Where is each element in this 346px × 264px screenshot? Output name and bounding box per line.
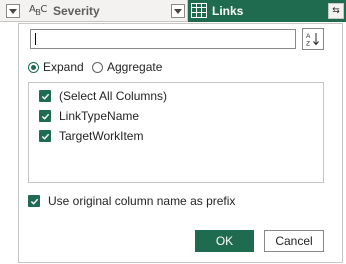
column-list[interactable]: (Select All Columns) LinkTypeName Target…	[28, 82, 324, 183]
list-item-linktypename[interactable]: LinkTypeName	[39, 109, 139, 123]
svg-text:A: A	[306, 33, 311, 40]
expand-arrows-icon: ⇆	[332, 6, 340, 16]
list-item-targetworkitem[interactable]: TargetWorkItem	[39, 129, 143, 143]
checkbox-checked-icon[interactable]	[28, 195, 40, 207]
severity-filter-dropdown[interactable]	[171, 4, 185, 18]
checkbox-checked-icon[interactable]	[39, 110, 51, 122]
column-header-severity[interactable]: ABC Severity	[0, 0, 188, 22]
links-column-name: Links	[212, 4, 244, 18]
checkbox-checked-icon[interactable]	[39, 130, 51, 142]
list-item-select-all[interactable]: (Select All Columns)	[39, 89, 167, 103]
column-header-links[interactable]: Links ⇆	[188, 0, 346, 22]
list-item-label: (Select All Columns)	[59, 89, 168, 103]
search-field[interactable]	[30, 29, 296, 49]
search-input[interactable]	[31, 30, 295, 48]
abc-text-type-icon[interactable]: ABC	[29, 4, 47, 17]
radio-expand[interactable]: Expand	[28, 59, 84, 75]
radio-aggregate-label: Aggregate	[107, 60, 163, 74]
sort-button[interactable]: A Z	[302, 28, 324, 50]
chevron-down-icon	[174, 8, 182, 14]
radio-selected-icon[interactable]	[28, 61, 39, 73]
svg-text:Z: Z	[306, 41, 310, 48]
checkbox-checked-icon[interactable]	[39, 90, 51, 102]
severity-column-name: Severity	[53, 4, 100, 18]
radio-aggregate[interactable]: Aggregate	[92, 59, 162, 75]
ok-button[interactable]: OK	[195, 230, 254, 252]
prefix-label: Use original column name as prefix	[48, 194, 236, 208]
list-item-label: TargetWorkItem	[59, 129, 144, 143]
radio-unselected-icon[interactable]	[92, 61, 103, 73]
cancel-button[interactable]: Cancel	[264, 230, 324, 252]
radio-expand-label: Expand	[43, 60, 84, 74]
severity-left-dropdown[interactable]	[6, 4, 20, 18]
prefix-option[interactable]: Use original column name as prefix	[28, 194, 235, 208]
column-header-row: ABC Severity Links ⇆	[0, 0, 346, 22]
list-item-label: LinkTypeName	[59, 109, 140, 123]
chevron-down-icon	[9, 8, 17, 14]
expand-column-button[interactable]: ⇆	[328, 3, 344, 19]
table-icon[interactable]	[191, 3, 207, 18]
text-cursor	[35, 33, 36, 45]
sort-az-icon: A Z	[306, 33, 319, 48]
expand-column-panel: A Z Expand Aggregate (Select All Columns…	[18, 23, 343, 263]
